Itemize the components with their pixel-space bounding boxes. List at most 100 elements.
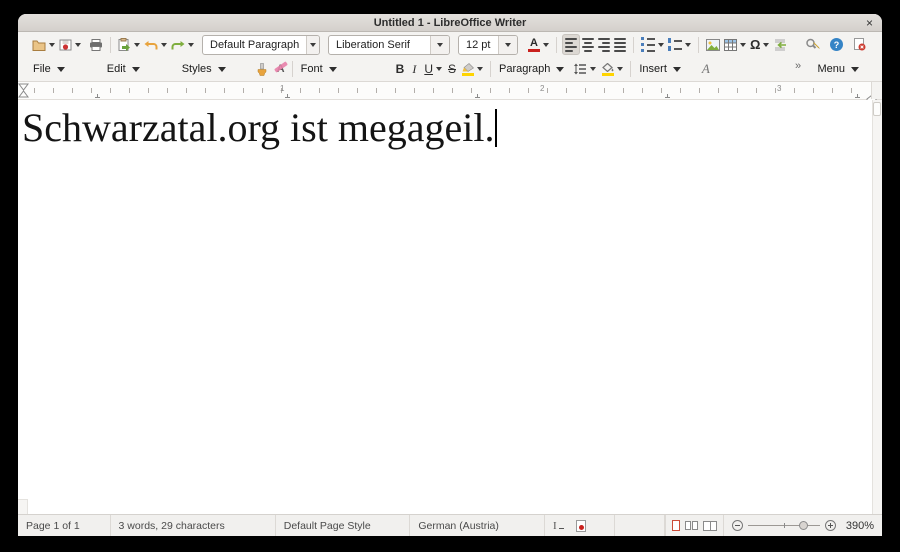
tab-stop-marker[interactable] <box>855 94 860 98</box>
menu-button[interactable]: Menu <box>814 59 862 80</box>
special-character-dropdown-caret[interactable] <box>763 43 769 47</box>
save-button[interactable] <box>57 34 83 55</box>
special-character-button[interactable]: Ω <box>748 34 771 55</box>
single-page-view-icon[interactable] <box>672 520 680 531</box>
highlight-color-button[interactable] <box>460 59 485 80</box>
numbered-list-dropdown-caret[interactable] <box>685 43 691 47</box>
numbered-list-button[interactable] <box>666 34 693 55</box>
insert-text-box-button[interactable]: A <box>700 59 712 80</box>
bold-button[interactable]: B <box>394 59 407 80</box>
align-right-button[interactable] <box>596 34 612 55</box>
font-name-dropdown-button[interactable] <box>430 36 449 54</box>
paragraph-menu[interactable]: Paragraph <box>496 59 567 80</box>
language-status[interactable]: German (Austria) <box>410 515 545 536</box>
file-menu[interactable]: File <box>30 59 68 80</box>
paragraph-style-value[interactable]: Default Paragraph <box>203 36 306 54</box>
paragraph-background-icon <box>602 63 614 76</box>
insert-image-button[interactable] <box>704 34 722 55</box>
selection-mode-cell[interactable]: I <box>545 515 615 536</box>
help-button[interactable]: ? <box>828 34 845 55</box>
zoom-in-button[interactable] <box>825 520 836 531</box>
font-color-dropdown-caret[interactable] <box>543 43 549 47</box>
font-name-value[interactable]: Liberation Serif <box>329 36 430 54</box>
zoom-slider-handle[interactable] <box>799 521 808 530</box>
document-canvas[interactable]: Schwarzatal.org ist megageil. <box>18 100 882 514</box>
page-style-status[interactable]: Default Page Style <box>276 515 411 536</box>
tab-stop-marker[interactable] <box>95 94 100 98</box>
zoom-slider[interactable] <box>748 525 820 526</box>
find-replace-button[interactable] <box>803 34 822 55</box>
paragraph-background-button[interactable] <box>600 59 625 80</box>
close-document-button[interactable] <box>851 34 868 55</box>
underline-button[interactable]: U <box>422 59 444 80</box>
document-paragraph[interactable]: Schwarzatal.org ist megageil. <box>22 104 882 152</box>
save-dropdown-caret[interactable] <box>75 43 81 47</box>
font-size-value[interactable]: 12 pt <box>459 36 498 54</box>
ruler-corner <box>871 82 882 99</box>
signature-status-cell[interactable] <box>615 515 665 536</box>
font-name-combobox[interactable]: Liberation Serif <box>328 35 450 55</box>
ruler-number: 1 <box>280 84 284 93</box>
zoom-out-button[interactable] <box>732 520 743 531</box>
paragraph-style-dropdown-button[interactable] <box>306 36 319 54</box>
chevron-down-icon <box>673 67 681 72</box>
font-size-combobox[interactable]: 12 pt <box>458 35 518 55</box>
bullet-list-button[interactable] <box>639 34 666 55</box>
document-text[interactable]: Schwarzatal.org ist megageil. <box>22 105 494 150</box>
horizontal-ruler[interactable]: 1 2 3 <box>18 82 882 100</box>
align-left-button[interactable] <box>562 34 580 55</box>
font-menu[interactable]: Font <box>298 59 340 80</box>
tab-stop-marker[interactable] <box>665 94 670 98</box>
clear-formatting-button[interactable]: A <box>275 59 287 80</box>
line-spacing-dropdown-caret[interactable] <box>590 67 596 71</box>
open-dropdown-caret[interactable] <box>49 43 55 47</box>
chevron-down-icon <box>132 67 140 72</box>
bullet-list-icon <box>641 37 655 52</box>
titlebar[interactable]: Untitled 1 - LibreOffice Writer × <box>18 14 882 32</box>
zoom-level-label[interactable]: 390% <box>844 520 874 532</box>
font-color-button[interactable]: A <box>526 34 551 55</box>
strikethrough-button[interactable]: S <box>446 59 458 80</box>
paste-button[interactable] <box>116 34 142 55</box>
insert-table-button[interactable] <box>722 34 748 55</box>
paragraph-background-dropdown-caret[interactable] <box>617 67 623 71</box>
insert-table-dropdown-caret[interactable] <box>740 43 746 47</box>
undo-dropdown-caret[interactable] <box>161 43 167 47</box>
ruler-number: 2 <box>540 84 544 93</box>
book-view-icon[interactable] <box>703 521 717 531</box>
close-window-button[interactable]: × <box>866 14 873 31</box>
chevron-down-icon <box>505 43 511 47</box>
word-count-status[interactable]: 3 words, 29 characters <box>111 515 276 536</box>
toolbar-overflow-button[interactable]: » <box>795 60 801 72</box>
styles-menu[interactable]: Styles <box>179 59 229 80</box>
align-center-button[interactable] <box>580 34 596 55</box>
text-box-icon: A <box>702 61 710 77</box>
multi-page-view-icon[interactable] <box>685 521 698 530</box>
paste-dropdown-caret[interactable] <box>134 43 140 47</box>
tab-stop-marker[interactable] <box>475 94 480 98</box>
toolbar-separator <box>490 61 491 77</box>
insert-page-break-button[interactable] <box>771 34 789 55</box>
align-justify-button[interactable] <box>612 34 628 55</box>
clone-formatting-button[interactable] <box>255 59 269 80</box>
line-spacing-button[interactable] <box>571 59 598 80</box>
open-button[interactable] <box>30 34 57 55</box>
paragraph-style-combobox[interactable]: Default Paragraph <box>202 35 320 55</box>
print-button[interactable] <box>87 34 105 55</box>
insert-menu[interactable]: Insert <box>636 59 684 80</box>
open-folder-icon <box>32 39 46 51</box>
bullet-list-dropdown-caret[interactable] <box>658 43 664 47</box>
vertical-scrollbar-thumb[interactable] <box>873 102 881 116</box>
redo-dropdown-caret[interactable] <box>188 43 194 47</box>
redo-button[interactable] <box>169 34 196 55</box>
undo-button[interactable] <box>142 34 169 55</box>
edit-menu[interactable]: Edit <box>104 59 143 80</box>
page-count-status[interactable]: Page 1 of 1 <box>18 515 111 536</box>
highlight-dropdown-caret[interactable] <box>477 67 483 71</box>
underline-dropdown-caret[interactable] <box>436 67 442 71</box>
italic-button[interactable]: I <box>410 59 418 80</box>
vertical-scrollbar[interactable] <box>872 100 882 514</box>
horizontal-scrollbar-stub[interactable] <box>18 499 28 514</box>
tab-stop-marker[interactable] <box>285 94 290 98</box>
font-size-dropdown-button[interactable] <box>498 36 517 54</box>
